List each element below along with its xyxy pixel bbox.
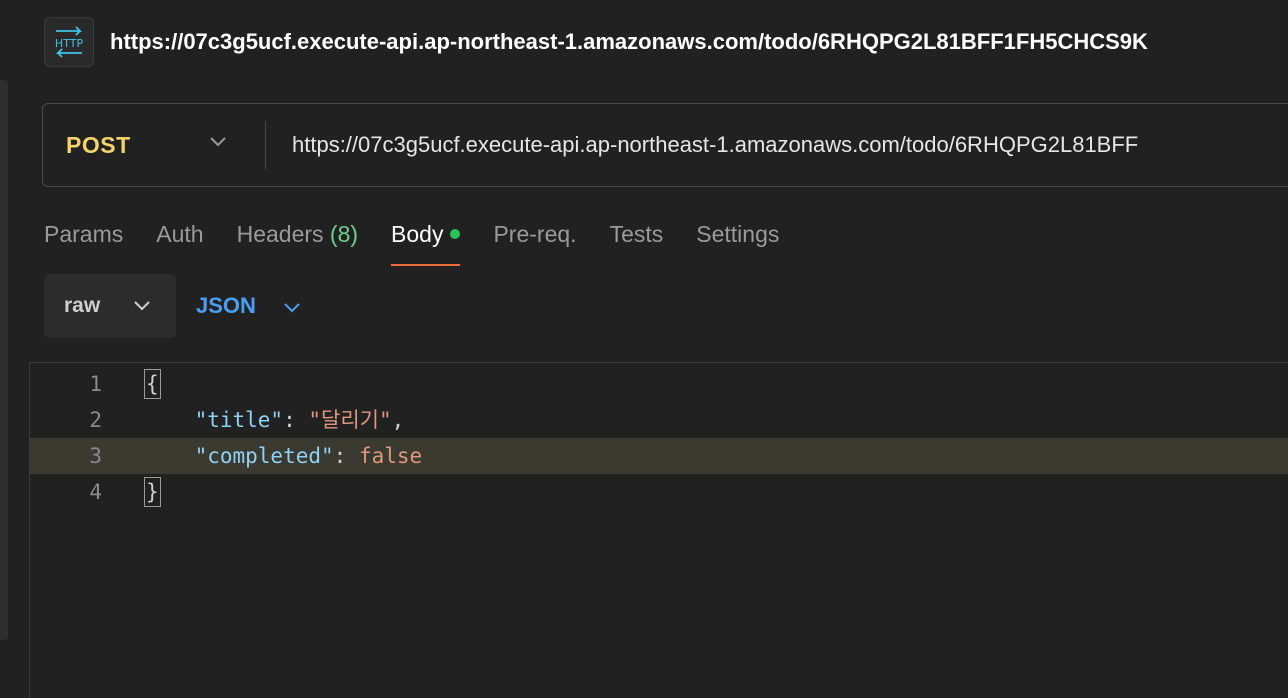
json-value: "달리기" [308, 408, 392, 432]
method-label: POST [66, 131, 131, 158]
request-tabs: Params Auth Headers (8) Body Pre-req. Te… [44, 218, 812, 268]
request-title[interactable]: https://07c3g5ucf.execute-api.ap-northea… [110, 29, 1148, 55]
tab-tests[interactable]: Tests [610, 218, 664, 266]
tab-auth[interactable]: Auth [156, 218, 203, 266]
tab-headers[interactable]: Headers (8) [237, 218, 358, 266]
json-editor[interactable]: 1 { 2 "title": "달리기", 3 "completed": fal… [29, 362, 1288, 698]
open-brace: { [144, 369, 161, 399]
editor-line: 2 "title": "달리기", [30, 402, 1288, 438]
svg-text:HTTP: HTTP [55, 37, 84, 50]
line-number: 4 [89, 480, 102, 504]
chevron-down-icon [210, 137, 226, 147]
line-number: 1 [89, 372, 102, 396]
tab-body[interactable]: Body [391, 218, 461, 266]
close-brace: } [144, 477, 161, 507]
editor-line: 1 { [30, 366, 1288, 402]
tab-settings[interactable]: Settings [696, 218, 779, 266]
url-bar: POST [42, 103, 1288, 187]
body-language-label: JSON [196, 293, 256, 318]
editor-line-highlighted: 3 "completed": false [30, 438, 1288, 474]
json-key: "completed" [194, 444, 334, 468]
method-url-divider [265, 121, 266, 169]
json-key: "title" [194, 408, 284, 432]
left-sidebar-edge [0, 80, 8, 640]
request-header: HTTP https://07c3g5ucf.execute-api.ap-no… [44, 16, 1288, 68]
line-number: 3 [89, 444, 102, 468]
method-select[interactable]: POST [43, 104, 226, 186]
tab-pre-request[interactable]: Pre-req. [493, 218, 576, 266]
tab-params[interactable]: Params [44, 218, 123, 266]
body-mode-label: raw [64, 294, 101, 317]
editor-line: 4 } [30, 474, 1288, 510]
body-language-select[interactable]: JSON [196, 274, 302, 338]
http-icon: HTTP [44, 17, 94, 67]
headers-count: (8) [329, 221, 359, 247]
json-value: false [358, 444, 423, 468]
body-active-dot [450, 229, 461, 239]
line-number: 2 [89, 408, 102, 432]
chevron-down-icon [134, 301, 150, 311]
body-mode-select[interactable]: raw [44, 274, 176, 338]
url-input[interactable] [292, 132, 1288, 158]
chevron-down-icon [284, 303, 300, 313]
